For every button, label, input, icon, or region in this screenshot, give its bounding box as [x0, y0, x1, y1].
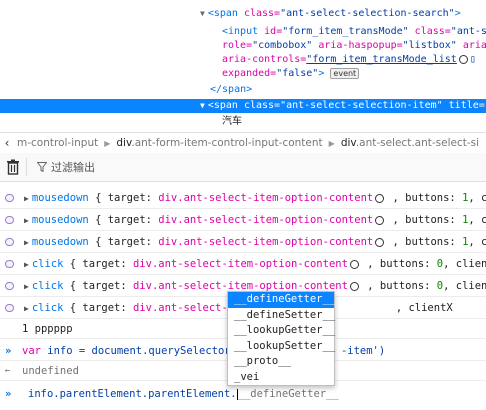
- tag-open: <input: [222, 26, 265, 37]
- attr-name: class=: [414, 26, 451, 37]
- autocomplete-item[interactable]: __lookupGetter__: [228, 323, 335, 339]
- autocomplete-item[interactable]: __defineGetter__: [228, 292, 335, 308]
- chevron-right-icon: ▶: [104, 138, 111, 148]
- prompt-chevron-icon: »: [5, 345, 12, 357]
- event-icon: [5, 260, 14, 268]
- attr-value: "combobox": [252, 40, 319, 51]
- console-row[interactable]: ▶ mousedown { target: div.ant-select-item…: [0, 231, 486, 253]
- breadcrumb-item[interactable]: div.ant-select.ant-select-si: [338, 137, 482, 149]
- attr-value: "false": [276, 68, 319, 79]
- event-icon: [5, 304, 14, 312]
- filter-placeholder: 过滤输出: [51, 161, 95, 174]
- attr-name: role=: [222, 40, 253, 51]
- console-row[interactable]: ▶ click { target: div.ant-select-item-opt…: [0, 253, 486, 275]
- markup-line-span-close[interactable]: </span>: [0, 83, 486, 97]
- console-input[interactable]: » info.parentElement.parentElement.__def…: [0, 384, 486, 404]
- expand-triangle-icon[interactable]: ▶: [24, 194, 29, 203]
- gear-icon[interactable]: [349, 281, 359, 291]
- result-arrow-icon: ←: [5, 366, 11, 376]
- event-badge[interactable]: event: [330, 67, 360, 79]
- markup-line-attrs[interactable]: role="combobox" aria-haspopup="listbox" …: [0, 39, 486, 53]
- console-row[interactable]: ▶ mousedown { target: div.ant-select-item…: [0, 187, 486, 209]
- gear-icon[interactable]: [375, 193, 385, 203]
- text-node: 汽车: [222, 116, 242, 127]
- event-icon: [5, 238, 14, 246]
- chevron-right-icon: ▶: [328, 138, 335, 148]
- tag-open: <span: [207, 100, 244, 111]
- gear-icon[interactable]: [375, 237, 385, 247]
- autocomplete-popup: __defineGetter__ __defineSetter__ __look…: [227, 291, 335, 386]
- markup-line-text[interactable]: 汽车: [0, 115, 486, 129]
- tag-close: >: [318, 68, 325, 79]
- attr-name: aria-controls=: [222, 54, 307, 65]
- attr-value: "form_item_transMode": [282, 26, 415, 37]
- gear-icon[interactable]: [458, 54, 468, 64]
- attr-name: aria: [462, 40, 486, 51]
- expand-triangle-icon[interactable]: ▶: [24, 282, 29, 291]
- prompt-chevron-icon: »: [5, 388, 12, 400]
- attr-value: "ant-select-selection-item": [280, 100, 449, 111]
- event-icon: [5, 282, 14, 290]
- markup-line-selection-item[interactable]: ▼ <span class="ant-select-selection-item"…: [0, 99, 486, 113]
- console-toolbar: 过滤输出: [0, 153, 486, 182]
- filter-output-input[interactable]: 过滤输出: [37, 159, 95, 175]
- attr-name: class=: [243, 8, 281, 19]
- attr-name: expanded=: [222, 68, 277, 79]
- attr-name: aria-haspopup=: [318, 40, 403, 51]
- attr-value-link[interactable]: "form_item_transMode_list: [306, 54, 457, 65]
- gear-icon[interactable]: [375, 215, 385, 225]
- tag-close: </span>: [210, 84, 253, 95]
- event-icon: [5, 194, 14, 202]
- filter-icon: [37, 162, 47, 172]
- markup-line-span-search[interactable]: ▼ <span class="ant-select-selection-searc…: [0, 7, 486, 21]
- expand-triangle-icon[interactable]: ▶: [24, 260, 29, 269]
- attr-name: title=: [448, 100, 485, 111]
- attr-value: "ant-s: [450, 26, 486, 37]
- breadcrumb-item[interactable]: div.ant-form-item-control-input-content: [113, 137, 325, 149]
- expand-triangle-icon[interactable]: ▶: [24, 238, 29, 247]
- toolbar-divider: [26, 158, 27, 176]
- breadcrumb: ‹ m-control-input ▶ div.ant-form-item-co…: [0, 132, 486, 154]
- markup-line-input[interactable]: <input id="form_item_transMode" class="a…: [0, 25, 486, 39]
- trash-icon[interactable]: [6, 159, 22, 175]
- tag-open: <span: [207, 8, 244, 19]
- expand-triangle-icon[interactable]: ▶: [24, 216, 29, 225]
- autocomplete-item[interactable]: _vei: [228, 370, 334, 386]
- console-row[interactable]: ▶ mousedown { target: div.ant-select-item…: [0, 209, 486, 231]
- markup-line-expanded[interactable]: expanded="false"> event: [0, 67, 486, 81]
- attr-name: class=: [243, 100, 281, 111]
- markup-view: ▼ <span class="ant-select-selection-searc…: [0, 0, 486, 132]
- autocomplete-item[interactable]: __lookupSetter__: [228, 339, 335, 355]
- breadcrumb-item[interactable]: m-control-input: [14, 137, 101, 149]
- markup-line-aria-controls[interactable]: aria-controls="form_item_transMode_list ▯: [0, 53, 486, 67]
- chevron-left-icon[interactable]: ‹: [0, 136, 14, 150]
- tag-close: >: [454, 8, 461, 19]
- gear-icon[interactable]: [349, 259, 359, 269]
- attr-name: id=: [264, 26, 283, 37]
- event-icon: [5, 216, 14, 224]
- expand-triangle-icon[interactable]: ▶: [24, 304, 29, 313]
- attr-value: "ant-select-selection-search": [280, 8, 455, 19]
- autocomplete-item[interactable]: __defineSetter__: [228, 308, 335, 324]
- collapse-triangle-icon[interactable]: ▼: [200, 9, 205, 18]
- console-input-text[interactable]: info.parentElement.parentElement.: [28, 388, 237, 400]
- attr-value: "listbox": [402, 40, 463, 51]
- autocomplete-item[interactable]: __proto__: [228, 354, 334, 370]
- inline-suggestion: __defineGetter__: [237, 388, 339, 400]
- collapse-triangle-icon[interactable]: ▼: [200, 101, 205, 110]
